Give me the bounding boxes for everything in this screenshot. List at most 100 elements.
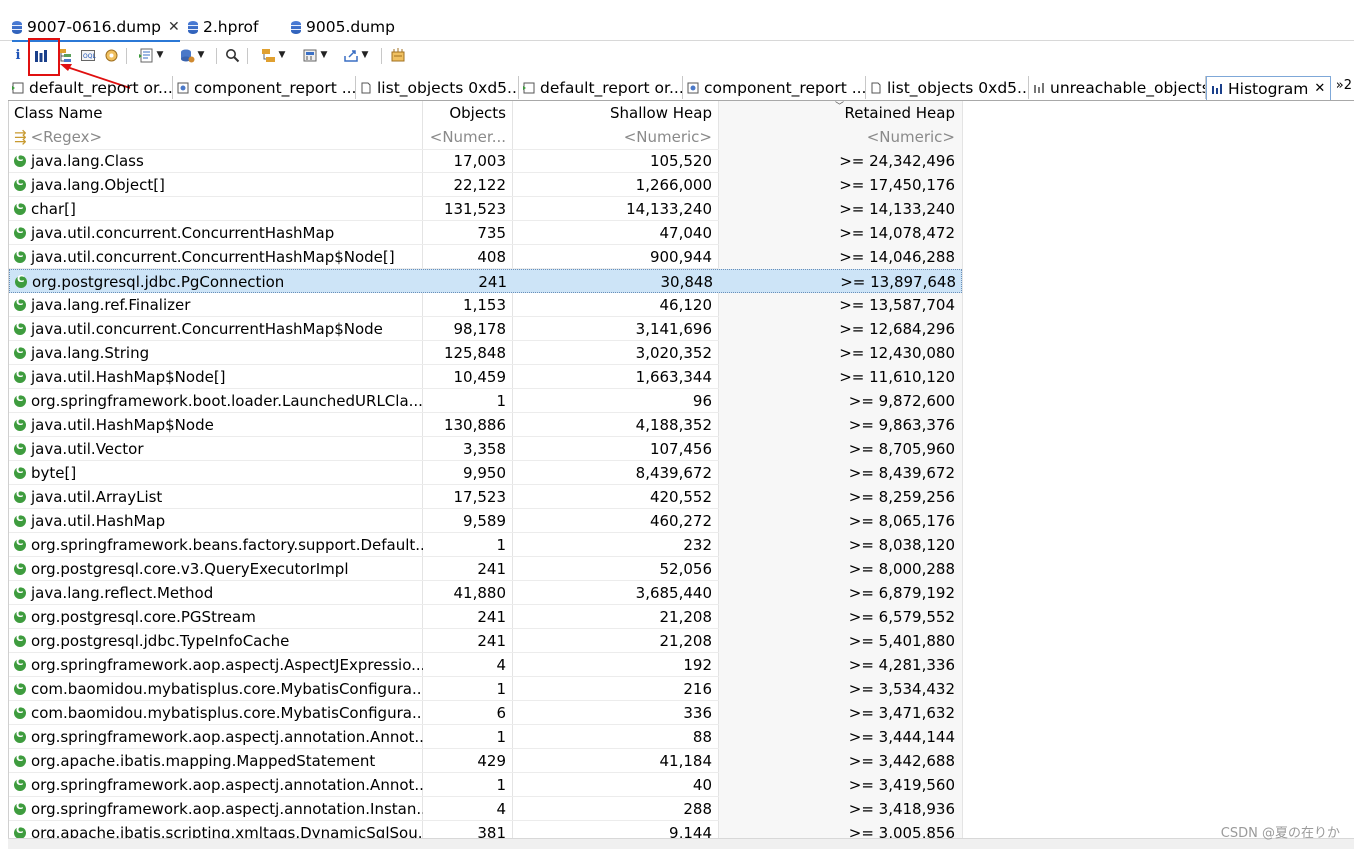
shallow-heap-filter-input[interactable]: <Numeric> <box>513 125 719 149</box>
objects-cell: 1 <box>496 392 506 410</box>
more-tabs-button[interactable]: »2 <box>1336 78 1352 93</box>
retained-heap-cell: >= 13,897,648 <box>840 273 956 291</box>
class-name-text: com.baomidou.mybatisplus.core.MybatisCon… <box>31 680 423 698</box>
table-row[interactable]: org.springframework.aop.aspectj.annotati… <box>9 725 962 749</box>
retained-heap-cell: >= 11,610,120 <box>719 365 962 389</box>
list-icon <box>361 82 371 93</box>
table-row[interactable]: org.springframework.aop.aspectj.AspectJE… <box>9 653 962 677</box>
class-icon <box>15 274 27 288</box>
shallow-heap-cell: 3,685,440 <box>635 584 712 602</box>
table-row[interactable]: org.springframework.aop.aspectj.annotati… <box>9 773 962 797</box>
editor-tab-9005-dump[interactable]: 9005.dump <box>291 14 395 40</box>
table-row[interactable]: java.util.ArrayList 17,523 420,552 >= 8,259… <box>9 485 962 509</box>
find-leaks-icon[interactable] <box>389 45 407 65</box>
table-row[interactable]: java.lang.Object[] 22,122 1,266,000 >= 17,4… <box>9 173 962 197</box>
tab-component-report-2[interactable]: component_report ... <box>683 76 866 99</box>
class-name-cell: java.util.concurrent.ConcurrentHashMap$N… <box>9 317 423 341</box>
column-header-shallow-heap[interactable]: Shallow Heap <box>513 101 719 125</box>
class-name-cell: char[] <box>9 197 423 221</box>
export-icon[interactable]: ▼ <box>339 45 373 65</box>
table-row[interactable]: org.springframework.beans.factory.suppor… <box>9 533 962 557</box>
tab-histogram[interactable]: Histogram ✕ <box>1206 76 1331 100</box>
table-row[interactable]: java.lang.Class 17,003 105,520 >= 24,342,49… <box>9 149 962 173</box>
table-row[interactable]: char[] 131,523 14,133,240 >= 14,133,240 <box>9 197 962 221</box>
table-row[interactable]: java.util.HashMap 9,589 460,272 >= 8,065,17… <box>9 509 962 533</box>
close-icon[interactable]: ✕ <box>1314 81 1325 96</box>
table-row[interactable]: com.baomidou.mybatisplus.core.MybatisCon… <box>9 701 962 725</box>
objects-cell: 3,358 <box>463 440 506 458</box>
horizontal-scrollbar[interactable] <box>8 838 1354 849</box>
table-row[interactable]: byte[] 9,950 8,439,672 >= 8,439,672 <box>9 461 962 485</box>
retained-heap-cell: >= 3,442,688 <box>719 749 962 773</box>
table-row[interactable]: org.apache.ibatis.scripting.xmltags.Dyna… <box>9 821 962 838</box>
objects-filter-input[interactable]: <Numer... <box>423 125 513 149</box>
regex-filter-input[interactable]: ⇶ <Regex> <box>9 125 423 149</box>
class-icon <box>14 297 26 311</box>
table-row[interactable]: java.util.concurrent.ConcurrentHashMap$N… <box>9 245 962 269</box>
class-icon <box>14 537 26 551</box>
table-row[interactable]: org.postgresql.jdbc.TypeInfoCache 241 21,2… <box>9 629 962 653</box>
tab-list-objects-2[interactable]: list_objects 0xd5... <box>866 76 1029 99</box>
table-row[interactable]: org.postgresql.jdbc.PgConnection 241 30,84… <box>9 269 962 293</box>
shallow-heap-cell: 41,184 <box>659 752 713 770</box>
shallow-heap-cell: 96 <box>692 392 712 410</box>
class-name-cell: java.util.ArrayList <box>9 485 423 509</box>
table-row[interactable]: java.util.HashMap$Node[] 10,459 1,663,344 >… <box>9 365 962 389</box>
chevron-down-icon[interactable]: ▼ <box>279 50 286 60</box>
table-row[interactable]: java.lang.ref.Finalizer 1,153 46,120 >= 13,… <box>9 293 962 317</box>
retained-heap-cell: >= 8,065,176 <box>719 509 962 533</box>
class-name-cell: java.lang.Class <box>9 149 423 173</box>
watermark: CSDN @夏の在りか <box>1220 826 1340 841</box>
shallow-heap-cell: 30,848 <box>660 273 714 291</box>
table-row[interactable]: com.baomidou.mybatisplus.core.MybatisCon… <box>9 677 962 701</box>
class-name-cell: org.springframework.aop.aspectj.annotati… <box>9 773 423 797</box>
retained-heap-filter-input[interactable]: <Numeric> <box>719 125 962 149</box>
tab-default-report-1[interactable]: default_report or... <box>8 76 173 99</box>
objects-cell: 241 <box>477 632 506 650</box>
group-result-icon[interactable]: ▼ <box>256 45 290 65</box>
search-icon[interactable] <box>224 45 240 65</box>
retained-heap-cell: >= 24,342,496 <box>719 149 962 173</box>
table-row[interactable]: org.apache.ibatis.mapping.MappedStatemen… <box>9 749 962 773</box>
tab-list-objects-1[interactable]: list_objects 0xd5... <box>356 76 519 99</box>
table-row[interactable]: java.util.Vector 3,358 107,456 >= 8,705,960 <box>9 437 962 461</box>
table-row[interactable]: org.springframework.boot.loader.Launched… <box>9 389 962 413</box>
tab-component-report-1[interactable]: component_report ... <box>173 76 356 99</box>
table-row[interactable]: org.postgresql.core.PGStream 241 21,208 >= … <box>9 605 962 629</box>
class-name-text: java.util.Vector <box>31 440 144 458</box>
table-row[interactable]: org.springframework.aop.aspectj.annotati… <box>9 797 962 821</box>
shallow-heap-cell: 105,520 <box>649 152 712 170</box>
table-row[interactable]: java.util.concurrent.ConcurrentHashMap$N… <box>9 317 962 341</box>
chevron-down-icon[interactable]: ▼ <box>362 50 369 60</box>
class-name-text: java.lang.String <box>31 344 150 362</box>
component-icon <box>177 82 189 93</box>
tab-label: Histogram <box>1228 79 1309 98</box>
table-row[interactable]: java.util.concurrent.ConcurrentHashMap 73… <box>9 221 962 245</box>
shallow-heap-cell: 900,944 <box>649 248 712 266</box>
class-name-text: org.postgresql.core.v3.QueryExecutorImpl <box>31 560 349 578</box>
tab-default-report-2[interactable]: default_report or... <box>519 76 683 99</box>
retained-heap-cell: >= 3,534,432 <box>719 677 962 701</box>
histogram-icon <box>1212 83 1222 94</box>
calculate-retained-icon[interactable]: ▼ <box>298 45 332 65</box>
retained-heap-cell: >= 17,450,176 <box>719 173 962 197</box>
table-row[interactable]: java.lang.reflect.Method 41,880 3,685,440 >… <box>9 581 962 605</box>
column-header-class-name[interactable]: Class Name <box>9 101 423 125</box>
chevron-down-icon[interactable]: ▼ <box>321 50 328 60</box>
table-row[interactable]: org.postgresql.core.v3.QueryExecutorImpl… <box>9 557 962 581</box>
table-row[interactable]: java.lang.String 125,848 3,020,352 >= 12,43… <box>9 341 962 365</box>
table-row[interactable]: java.util.HashMap$Node 130,886 4,188,352 >=… <box>9 413 962 437</box>
tab-unreachable-objects[interactable]: unreachable_objects <box>1029 76 1206 99</box>
class-name-text: java.lang.Object[] <box>31 176 165 194</box>
retained-heap-cell: >= 3,418,936 <box>719 797 962 821</box>
class-icon <box>14 825 26 838</box>
class-name-cell: org.springframework.beans.factory.suppor… <box>9 533 423 557</box>
column-header-objects[interactable]: Objects <box>423 101 513 125</box>
class-name-text: java.util.ArrayList <box>31 488 163 506</box>
shallow-heap-cell: 288 <box>683 800 712 818</box>
retained-heap-cell: >= 4,281,336 <box>719 653 962 677</box>
objects-cell: 429 <box>477 752 506 770</box>
class-name-text: java.util.concurrent.ConcurrentHashMap <box>31 224 335 242</box>
shallow-heap-cell: 40 <box>692 776 712 794</box>
retained-heap-cell: >= 8,439,672 <box>719 461 962 485</box>
